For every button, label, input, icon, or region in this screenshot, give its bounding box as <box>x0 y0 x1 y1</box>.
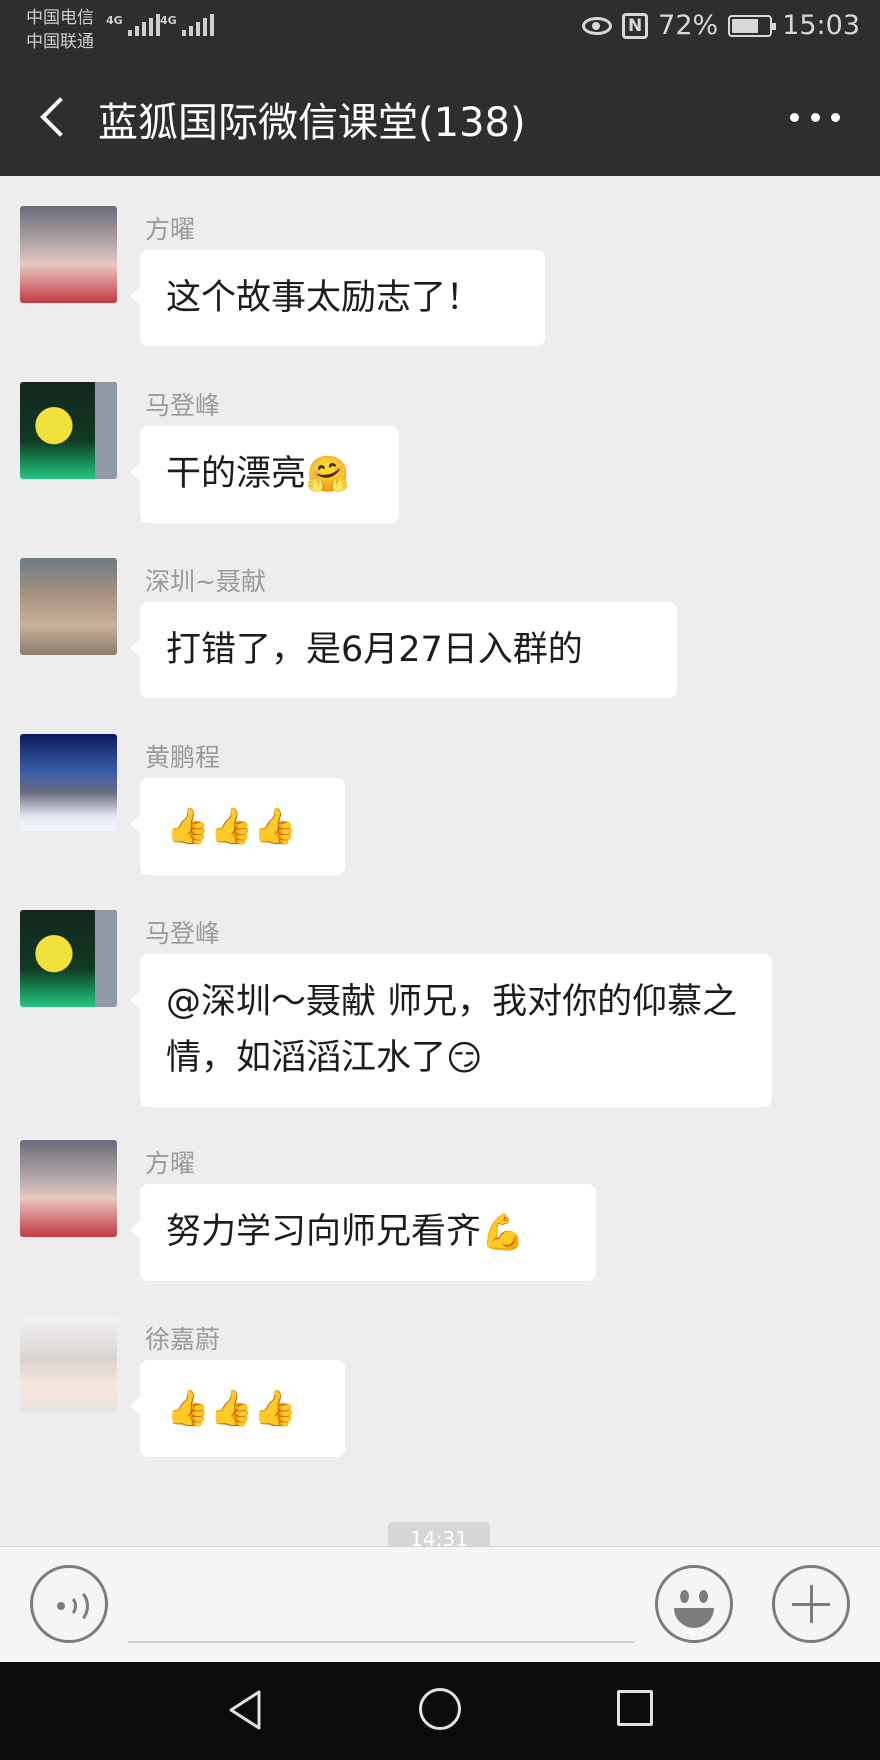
signal-icon: 4G <box>160 14 214 36</box>
avatar-madengfeng[interactable] <box>20 910 117 1007</box>
timestamp-divider: 14:31 <box>388 1522 490 1546</box>
message-list[interactable]: 方曜 这个故事太励志了！ 马登峰 干的漂亮🤗 深圳~聂献 打错了，是6月27日入… <box>0 176 880 1546</box>
more-functions-button[interactable] <box>772 1565 850 1643</box>
nav-back-button[interactable] <box>225 1688 269 1732</box>
emoji-button[interactable] <box>655 1565 733 1643</box>
sender-name: 方曜 <box>145 215 196 244</box>
message-input[interactable] <box>128 1641 634 1643</box>
carrier-1: 中国电信 <box>26 8 94 28</box>
message-bubble[interactable]: 👍👍👍 <box>130 1360 345 1457</box>
battery-icon <box>728 14 777 37</box>
avatar-fangyao[interactable] <box>20 1140 117 1237</box>
battery-percent: 72% <box>658 10 719 41</box>
message-bubble[interactable]: 这个故事太励志了！ <box>130 250 545 346</box>
smirk-emoji-icon: 😏 <box>446 1039 483 1079</box>
nav-home-button[interactable] <box>419 1688 461 1730</box>
status-bar: 中国电信 中国联通 4G 4G N 72% 15:03 <box>0 0 880 62</box>
message-bubble[interactable]: 打错了，是6月27日入群的 <box>130 602 677 698</box>
avatar-huangpengcheng[interactable] <box>20 734 117 831</box>
flexed-biceps-emoji-icon: 💪 <box>481 1213 525 1253</box>
chat-header: 蓝狐国际微信课堂(138) <box>0 62 880 176</box>
carrier-2: 中国联通 <box>26 32 94 52</box>
nav-recent-apps-button[interactable] <box>617 1690 653 1726</box>
hug-emoji-icon: 🤗 <box>306 455 350 495</box>
signal-icon: 4G <box>106 14 160 36</box>
thumbs-up-emoji-icon: 👍👍👍 <box>166 1389 297 1429</box>
voice-button[interactable] <box>30 1565 108 1643</box>
sender-name: 黄鹏程 <box>145 743 221 772</box>
clock: 15:03 <box>782 10 860 41</box>
more-options-button[interactable] <box>790 102 840 132</box>
avatar-fangyao[interactable] <box>20 206 117 303</box>
avatar-xujiawei[interactable] <box>20 1316 117 1413</box>
eye-comfort-icon <box>582 16 613 35</box>
message-text: 打错了，是6月27日入群的 <box>166 630 583 670</box>
triangle-back-icon <box>229 1690 261 1730</box>
avatar-madengfeng[interactable] <box>20 382 117 479</box>
more-dots-icon <box>790 112 799 122</box>
thumbs-up-emoji-icon: 👍👍👍 <box>166 807 297 847</box>
sender-name: 方曜 <box>145 1149 196 1178</box>
message-bubble[interactable]: 👍👍👍 <box>130 778 345 875</box>
nfc-icon: N <box>622 12 649 39</box>
avatar-shenzhen-niexian[interactable] <box>20 558 117 655</box>
system-nav-bar <box>0 1662 880 1760</box>
sender-name: 深圳~聂献 <box>145 567 266 596</box>
message-text: 这个故事太励志了！ <box>166 278 482 318</box>
chat-title: 蓝狐国际微信课堂(138) <box>98 100 526 146</box>
message-bubble[interactable]: 努力学习向师兄看齐💪 <box>130 1184 596 1281</box>
message-text: 干的漂亮 <box>166 454 307 494</box>
back-button[interactable] <box>30 93 80 143</box>
carrier-info: 中国电信 中国联通 <box>26 6 94 54</box>
sender-name: 马登峰 <box>145 391 221 420</box>
sender-name: 马登峰 <box>145 919 221 948</box>
message-bubble[interactable]: 干的漂亮🤗 <box>130 426 399 523</box>
message-text: 努力学习向师兄看齐 <box>166 1212 482 1252</box>
network-type-2: 4G <box>160 14 177 27</box>
input-bar <box>0 1546 880 1662</box>
network-type-1: 4G <box>106 14 123 27</box>
message-bubble[interactable]: @深圳～聂献 师兄，我对你的仰慕之情，如滔滔江水了😏 <box>130 954 772 1107</box>
sender-name: 徐嘉蔚 <box>145 1325 221 1354</box>
